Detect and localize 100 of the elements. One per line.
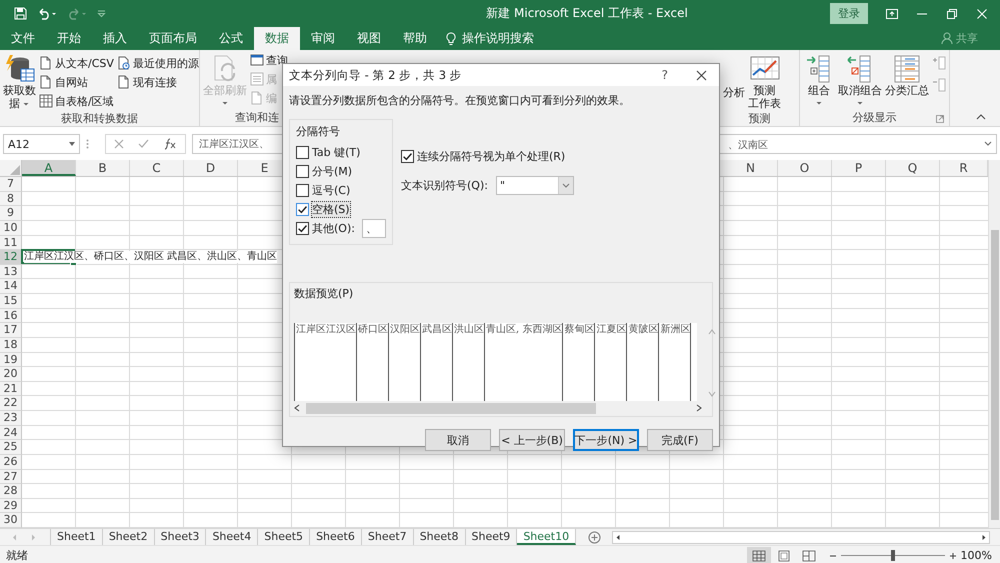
sign-in-button[interactable]: 登录 bbox=[830, 3, 868, 24]
grid-view-button[interactable] bbox=[746, 546, 771, 563]
collapse-ribbon-icon[interactable] bbox=[976, 114, 986, 120]
person-icon[interactable] bbox=[941, 32, 953, 45]
column-header[interactable]: D bbox=[184, 160, 238, 176]
row-header[interactable]: 23 bbox=[0, 411, 22, 426]
text-qualifier-dropdown[interactable]: " bbox=[496, 176, 574, 195]
ribbon-tab[interactable]: 开始 bbox=[46, 27, 92, 50]
drag-handle-icon[interactable] bbox=[86, 139, 89, 149]
scroll-right-icon[interactable] bbox=[696, 404, 702, 412]
checkbox-label[interactable]: 其他(O): bbox=[312, 221, 355, 236]
ribbon-button[interactable]: 分类汇总 bbox=[885, 52, 929, 108]
help-button[interactable]: ? bbox=[662, 68, 668, 82]
ribbon-button[interactable]: 预测 工作表 bbox=[748, 52, 781, 110]
check-icon[interactable] bbox=[138, 139, 149, 149]
column-header[interactable]: B bbox=[76, 160, 130, 176]
other-delimiter-field[interactable]: 、 bbox=[362, 219, 386, 238]
ribbon-tab[interactable]: 帮助 bbox=[392, 27, 438, 50]
checkbox-label[interactable]: Tab 键(T) bbox=[312, 145, 360, 160]
row-header[interactable]: 27 bbox=[0, 470, 22, 484]
ribbon-display-icon[interactable] bbox=[886, 8, 898, 18]
zoom-in-icon[interactable] bbox=[948, 552, 957, 560]
column-header[interactable]: N bbox=[724, 160, 778, 176]
column-header[interactable]: O bbox=[778, 160, 832, 176]
caret-icon bbox=[221, 100, 229, 106]
dialog-launcher-icon[interactable] bbox=[936, 115, 944, 123]
column-header[interactable]: P bbox=[832, 160, 886, 176]
insert-function-icon[interactable] bbox=[163, 138, 177, 150]
row-header[interactable]: 21 bbox=[0, 382, 22, 396]
ribbon-tab[interactable]: 审阅 bbox=[300, 27, 346, 50]
ribbon-button[interactable]: 获取数 据 bbox=[3, 52, 36, 110]
ribbon-button[interactable]: 自网站 bbox=[39, 73, 114, 91]
row-header[interactable]: 17 bbox=[0, 323, 22, 338]
row-header[interactable]: 7 bbox=[0, 177, 22, 192]
name-box[interactable]: A12 bbox=[3, 134, 80, 154]
row-header[interactable]: 8 bbox=[0, 192, 22, 206]
row-header[interactable]: 26 bbox=[0, 454, 22, 470]
row-header[interactable]: 11 bbox=[0, 236, 22, 250]
row-header[interactable]: 25 bbox=[0, 440, 22, 455]
preview-column: 汉阳区 bbox=[389, 323, 421, 401]
save-icon[interactable] bbox=[14, 7, 27, 20]
customize-icon[interactable] bbox=[97, 10, 106, 18]
sheet-tab[interactable]: Sheet10 bbox=[517, 529, 576, 545]
checkbox-label[interactable]: 分号(M) bbox=[312, 164, 352, 179]
row-header[interactable]: 28 bbox=[0, 484, 22, 499]
ribbon-button[interactable]: 分析 bbox=[723, 52, 745, 110]
row-header[interactable]: 13 bbox=[0, 264, 22, 280]
checkbox[interactable] bbox=[401, 150, 414, 163]
close-icon[interactable] bbox=[696, 70, 707, 80]
restore-icon[interactable] bbox=[946, 8, 958, 18]
slider-thumb[interactable] bbox=[890, 550, 895, 561]
checkbox-label[interactable]: 连续分隔符号视为单个处理(R) bbox=[417, 149, 566, 164]
ribbon-button[interactable]: 现有连接 bbox=[116, 73, 199, 91]
dialog-button[interactable]: < 上一步(B) bbox=[499, 429, 565, 451]
column-header[interactable]: Q bbox=[886, 160, 940, 176]
scroll-left-icon[interactable] bbox=[294, 404, 300, 412]
dialog-button[interactable]: 完成(F) bbox=[647, 429, 713, 451]
column-header[interactable]: A bbox=[22, 160, 76, 176]
checkbox[interactable] bbox=[296, 184, 309, 197]
ribbon-tab[interactable]: 文件 bbox=[0, 27, 46, 50]
row-header[interactable]: 18 bbox=[0, 338, 22, 352]
row-header[interactable]: 9 bbox=[0, 206, 22, 221]
ribbon-tab[interactable]: 视图 bbox=[346, 27, 392, 50]
checkbox[interactable] bbox=[296, 203, 309, 216]
tell-me-search[interactable]: 操作说明搜索 bbox=[462, 30, 534, 47]
lightbulb-icon[interactable] bbox=[446, 32, 456, 46]
ribbon-button[interactable]: 取消组合 bbox=[838, 52, 882, 108]
ribbon-tab[interactable]: 公式 bbox=[208, 27, 254, 50]
row-header[interactable]: 14 bbox=[0, 279, 22, 294]
ribbon-tab[interactable]: 插入 bbox=[92, 27, 138, 50]
ribbon-tab[interactable]: 数据 bbox=[254, 27, 300, 50]
column-header[interactable]: C bbox=[130, 160, 184, 176]
row-header[interactable]: 10 bbox=[0, 220, 22, 236]
checkbox[interactable] bbox=[296, 165, 309, 178]
zoom-level[interactable]: 100% bbox=[960, 549, 992, 562]
expand-icon[interactable] bbox=[984, 141, 992, 146]
add-sheet-icon[interactable] bbox=[588, 530, 602, 544]
horizontal-scrollbar[interactable] bbox=[612, 530, 990, 544]
ribbon-button[interactable]: 组合 bbox=[803, 52, 835, 108]
row-header[interactable]: 16 bbox=[0, 308, 22, 324]
ribbon-button[interactable]: 最近使用的源 bbox=[116, 54, 199, 72]
checkbox[interactable] bbox=[296, 146, 309, 159]
row-header[interactable]: 19 bbox=[0, 352, 22, 368]
row-header[interactable]: 29 bbox=[0, 498, 22, 514]
row-header[interactable]: 12 bbox=[0, 250, 22, 265]
ribbon-tab[interactable]: 页面布局 bbox=[138, 27, 208, 50]
row-header[interactable]: 30 bbox=[0, 513, 22, 528]
show-detail-icon[interactable] bbox=[932, 56, 946, 70]
dialog-button[interactable]: 取消 bbox=[425, 429, 491, 451]
checkbox-label[interactable]: 空格(S) bbox=[312, 202, 350, 217]
row-header[interactable]: 20 bbox=[0, 367, 22, 382]
ribbon-button[interactable]: 从文本/CSV bbox=[39, 54, 114, 72]
ribbon-button[interactable]: 自表格/区域 bbox=[39, 92, 114, 110]
checkbox[interactable] bbox=[296, 222, 309, 235]
row-header[interactable]: 15 bbox=[0, 294, 22, 309]
vertical-scrollbar[interactable] bbox=[988, 160, 1000, 528]
undo-icon[interactable] bbox=[37, 8, 57, 20]
row-header[interactable]: 24 bbox=[0, 426, 22, 440]
row-header[interactable]: 22 bbox=[0, 396, 22, 411]
checkbox-label[interactable]: 逗号(C) bbox=[312, 183, 350, 198]
